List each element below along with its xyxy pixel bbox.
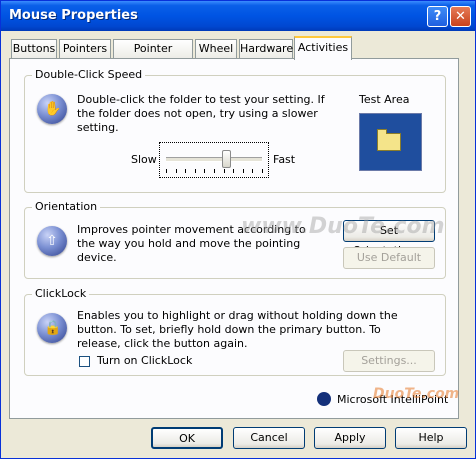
clicklock-checkbox-label[interactable]: Turn on ClickLock xyxy=(97,354,192,368)
apply-button[interactable]: Apply xyxy=(314,427,386,449)
folder-icon[interactable] xyxy=(377,129,401,151)
slider-track xyxy=(166,157,262,162)
slider-tick xyxy=(242,169,244,173)
tab-buttons[interactable]: Buttons xyxy=(11,39,57,59)
test-area-label: Test Area xyxy=(359,93,410,106)
tab-pointers[interactable]: Pointers xyxy=(59,39,111,59)
tab-wheel[interactable]: Wheel xyxy=(195,39,237,59)
slider-tick xyxy=(166,169,167,173)
slider-tick xyxy=(223,169,225,173)
clicklock-legend: ClickLock xyxy=(32,287,90,300)
title-bar[interactable]: Mouse Properties ? ✕ xyxy=(1,1,475,31)
orientation-legend: Orientation xyxy=(32,200,101,213)
double-click-speed-group: Double-Click Speed ✋ Double-click the fo… xyxy=(24,68,446,193)
watermark: www.DuoTe.com xyxy=(241,214,445,239)
intellipoint-logo-icon xyxy=(317,392,331,406)
slider-tick xyxy=(233,169,235,173)
test-area[interactable] xyxy=(359,113,422,171)
fast-label: Fast xyxy=(273,153,296,166)
use-default-button[interactable]: Use Default xyxy=(343,247,435,269)
close-button[interactable]: ✕ xyxy=(450,6,471,27)
slider-tick xyxy=(175,169,177,173)
tab-activities[interactable]: Activities xyxy=(294,36,352,60)
double-click-description: Double-click the folder to test your set… xyxy=(77,93,325,134)
clicklock-group: ClickLock 🔒 Enables you to highlight or … xyxy=(24,287,446,376)
slider-tick xyxy=(204,169,206,173)
tab-pointer-options[interactable]: Pointer Options xyxy=(113,39,193,73)
clicklock-description: Enables you to highlight or drag without… xyxy=(77,309,398,350)
clicklock-settings-button[interactable]: Settings... xyxy=(343,350,435,372)
lock-icon: 🔒 xyxy=(37,313,67,343)
slow-label: Slow xyxy=(131,153,157,166)
slider-tick xyxy=(185,169,187,173)
slider-thumb[interactable] xyxy=(221,150,231,168)
watermark-logo: DuoTe.com xyxy=(373,386,460,402)
tab-hardware[interactable]: Hardware xyxy=(239,39,293,59)
mouse-properties-window: Mouse Properties ? ✕ Buttons Pointers Po… xyxy=(0,0,476,459)
cancel-button[interactable]: Cancel xyxy=(233,427,305,449)
slider-tick xyxy=(252,169,254,173)
ok-button[interactable]: OK xyxy=(151,427,223,449)
orientation-icon: ⇧ xyxy=(37,226,67,256)
slider-tick xyxy=(214,169,215,173)
clicklock-checkbox[interactable] xyxy=(79,356,90,367)
hand-icon: ✋ xyxy=(37,94,67,124)
help-title-button[interactable]: ? xyxy=(427,6,448,27)
window-title: Mouse Properties xyxy=(9,8,138,23)
help-button[interactable]: Help xyxy=(395,427,467,449)
double-click-speed-slider[interactable] xyxy=(159,142,269,178)
double-click-speed-legend: Double-Click Speed xyxy=(32,68,146,81)
slider-tick xyxy=(194,169,196,173)
slider-tick xyxy=(262,169,263,173)
